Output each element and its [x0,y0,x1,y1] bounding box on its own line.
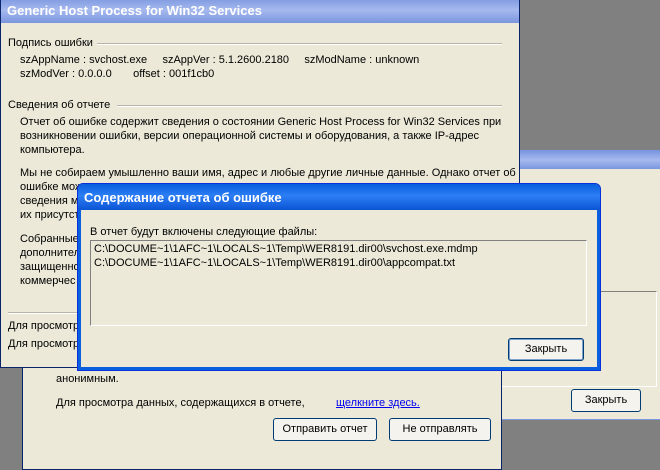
send-report-button[interactable]: Отправить отчет [273,418,377,441]
anonymous-text: анонимным. [56,373,119,385]
signature-line-2: szModVer : 0.0.0.0 offset : 001f1cb0 [20,68,215,80]
signature-separator [97,43,502,45]
report-p2-line: ошибке мож [20,181,83,193]
report-p3-line: защищенно [20,261,80,273]
report-p1-line: компьютера. [20,144,85,156]
signature-line-1: szAppName : svchost.exe szAppVer : 5.1.2… [20,54,420,66]
report-p2-line: их присутст [20,209,80,221]
report-info-separator [117,105,502,107]
report-p3-line: коммерчес [20,275,76,287]
report-p2-line: Мы не собираем умышленно ваши имя, адрес… [20,167,516,179]
report-p1-line: Отчет об ошибке содержит сведения о сост… [20,116,502,128]
dont-send-button[interactable]: Не отправлять [389,418,491,441]
report-p3-line: Собранные [20,233,79,245]
view-line-1: Для просмотр [8,320,80,332]
files-label: В отчет будут включены следующие файлы: [90,226,318,238]
report-p3-line: дополнител [20,247,81,259]
report-p2-line: сведения м [20,195,79,207]
dialog-titlebar[interactable]: Содержание отчета об ошибке [78,184,600,210]
main-window-titlebar[interactable]: Generic Host Process for Win32 Services [1,0,519,23]
signature-header: Подпись ошибки [8,37,93,49]
main-window-title: Generic Host Process for Win32 Services [7,3,262,18]
view-data-text: Для просмотра данных, содержащихся в отч… [56,397,305,409]
report-p1-line: возникновении ошибки, версии операционно… [20,130,480,142]
report-info-header: Сведения об отчете [8,99,111,111]
view-line-2: Для просмотр [8,338,80,350]
dialog-title: Содержание отчета об ошибке [84,190,282,205]
click-here-link[interactable]: щелкните здесь. [336,397,420,409]
file-item[interactable]: C:\DOCUME~1\1AFC~1\LOCALS~1\Temp\WER8191… [94,257,455,269]
report-contents-dialog: Содержание отчета об ошибке В отчет буду… [77,183,601,371]
background-close-button[interactable]: Закрыть [571,389,641,412]
files-list[interactable]: C:\DOCUME~1\1AFC~1\LOCALS~1\Temp\WER8191… [90,240,587,326]
dialog-close-button[interactable]: Закрыть [508,338,584,361]
file-item[interactable]: C:\DOCUME~1\1AFC~1\LOCALS~1\Temp\WER8191… [94,243,478,255]
